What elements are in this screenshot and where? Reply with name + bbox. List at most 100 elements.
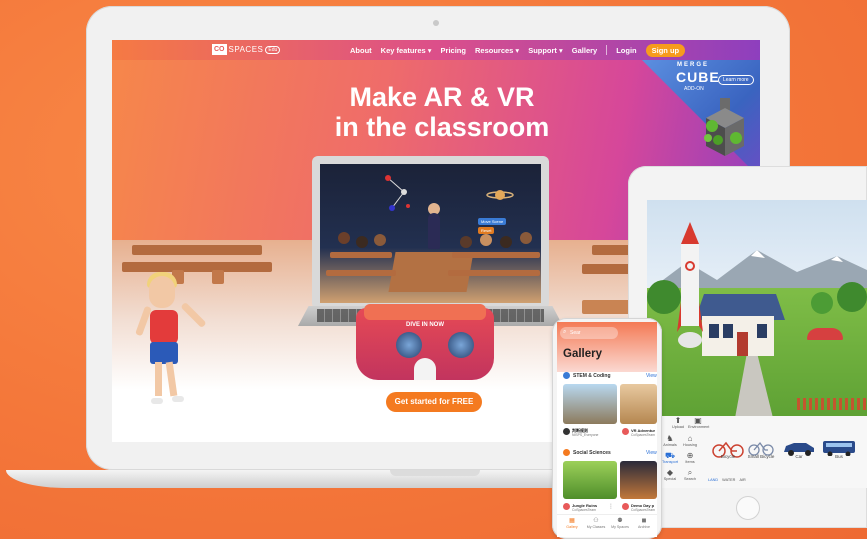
category-label: Search xyxy=(683,477,697,481)
stem-icon xyxy=(563,372,570,379)
classroom-desk xyxy=(448,270,540,276)
nav-resources[interactable]: Resources ▾ xyxy=(475,46,519,55)
author-avatar xyxy=(622,503,629,510)
social-sciences-icon xyxy=(563,449,570,456)
filter-land[interactable]: LAND xyxy=(708,478,718,482)
search-icon: ⌕ xyxy=(563,329,567,335)
upload-icon: ⬆ xyxy=(674,416,682,425)
kid-leg xyxy=(155,362,162,396)
spaces-icon: ⚉ xyxy=(617,518,623,524)
classes-icon: ⚇ xyxy=(593,518,599,524)
merge-cube-icon xyxy=(704,98,744,156)
vr-nose-cutout xyxy=(414,358,436,380)
classroom-desk xyxy=(122,262,272,272)
category-label: Housing xyxy=(683,443,697,447)
hero-headline: Make AR & VR in the classroom xyxy=(292,82,592,142)
tree xyxy=(811,292,833,314)
house-window xyxy=(709,324,719,338)
category-special[interactable]: ◆ Special xyxy=(660,468,680,481)
category-label: Special xyxy=(663,477,677,481)
cospaces-logo[interactable]: CO SPACES Edu xyxy=(212,44,281,55)
gallery-card-thumbnail[interactable] xyxy=(620,384,657,424)
view-all-stem[interactable]: View xyxy=(646,373,657,379)
card-menu-icon[interactable]: ⋮ xyxy=(608,503,614,510)
view-all-social[interactable]: View xyxy=(646,450,657,456)
nav-key-features[interactable]: Key features ▾ xyxy=(381,46,432,55)
tab-gallery[interactable]: ▦ Gallery xyxy=(560,517,584,529)
kid-shoe xyxy=(151,398,163,404)
housing-icon: ⌂ xyxy=(687,434,693,443)
classroom-desk xyxy=(132,245,262,255)
author-avatar xyxy=(563,503,570,510)
category-search[interactable]: ⌕ Search xyxy=(680,468,700,481)
nav-pricing[interactable]: Pricing xyxy=(441,46,466,55)
category-items[interactable]: ⊕ Items xyxy=(680,451,700,464)
nav-about[interactable]: About xyxy=(350,46,372,55)
tab-archive[interactable]: ◼ Archive xyxy=(632,517,656,529)
nav-links: About Key features ▾ Pricing Resources ▾… xyxy=(350,40,686,60)
promo-learn-more-button[interactable]: Learn more xyxy=(718,75,754,85)
student-avatar xyxy=(520,232,532,244)
category-animals[interactable]: ♞ Animals xyxy=(660,434,680,447)
kid-avatar xyxy=(149,276,175,308)
get-started-button[interactable]: Get started for FREE xyxy=(386,392,482,412)
category-label: Animals xyxy=(663,443,677,447)
house-window xyxy=(757,324,767,338)
filter-water[interactable]: WATER xyxy=(722,478,735,482)
classroom-chair xyxy=(212,270,224,284)
student-avatar xyxy=(356,236,368,248)
student-avatar xyxy=(374,234,386,246)
phone-search-input[interactable]: Sear xyxy=(560,327,618,339)
gallery-title: Gallery xyxy=(563,348,602,360)
author-avatar xyxy=(622,428,629,435)
category-transport[interactable]: ⛟ Transport xyxy=(660,451,680,464)
card-author: NISPS_Everyone xyxy=(572,433,599,437)
promo-sub: ADD-ON xyxy=(684,86,704,92)
section-stem-coding: STEM & Coding xyxy=(563,372,611,379)
filter-air[interactable]: AIR xyxy=(739,478,745,482)
classroom-desk xyxy=(452,252,540,258)
vr-left-lens xyxy=(396,332,422,358)
special-icon: ◆ xyxy=(666,468,674,477)
nav-divider xyxy=(606,45,608,55)
logo-mark: CO xyxy=(212,44,227,55)
gallery-card-thumbnail[interactable] xyxy=(620,461,657,499)
card-author: CoSpacesTeam xyxy=(631,433,655,437)
nav-support[interactable]: Support ▾ xyxy=(528,46,563,55)
kid-shorts xyxy=(150,342,178,364)
laptop-notch xyxy=(390,470,480,476)
student-avatar xyxy=(338,232,350,244)
headline-line-2: in the classroom xyxy=(334,112,550,142)
login-link[interactable]: Login xyxy=(616,46,636,55)
category-label: Items xyxy=(685,460,695,464)
card-author: CoSpacesTeam xyxy=(572,508,596,512)
category-environment[interactable]: ▣ Environment xyxy=(688,416,709,429)
laptop-camera xyxy=(433,20,439,26)
category-housing[interactable]: ⌂ Housing xyxy=(680,434,700,447)
vr-label: DIVE IN NOW xyxy=(405,322,444,328)
search-icon: ⌕ xyxy=(687,468,693,477)
transport-filters: LAND WATER AIR xyxy=(708,478,746,482)
tab-my-classes[interactable]: ⚇ My Classes xyxy=(584,517,608,529)
gallery-card-thumbnail[interactable] xyxy=(563,384,617,424)
item-label-car: Car xyxy=(795,454,803,459)
tab-my-spaces[interactable]: ⚉ My Spaces xyxy=(608,517,632,529)
tablet-home-button[interactable] xyxy=(736,496,760,520)
animals-icon: ♞ xyxy=(666,434,674,443)
card-author: CoSpacesTeam xyxy=(631,508,655,512)
house-window xyxy=(723,324,733,338)
category-label: Upload xyxy=(671,425,685,429)
teacher-body xyxy=(428,213,440,249)
category-upload[interactable]: ⬆ Upload xyxy=(668,416,688,429)
scene-bubble: Move Scene xyxy=(478,218,507,225)
kid-shirt xyxy=(150,310,178,344)
item-label-bus: Bus xyxy=(835,454,843,459)
nav-gallery[interactable]: Gallery xyxy=(572,46,597,55)
logo-badge: Edu xyxy=(265,45,281,54)
gallery-card-thumbnail[interactable] xyxy=(563,461,617,499)
signup-button[interactable]: Sign up xyxy=(645,43,686,57)
classroom-desk xyxy=(326,270,396,276)
classroom-desk xyxy=(330,252,392,258)
item-label-small-bicycle: Small Bicycle xyxy=(747,454,775,459)
gallery-icon: ▦ xyxy=(569,518,575,524)
